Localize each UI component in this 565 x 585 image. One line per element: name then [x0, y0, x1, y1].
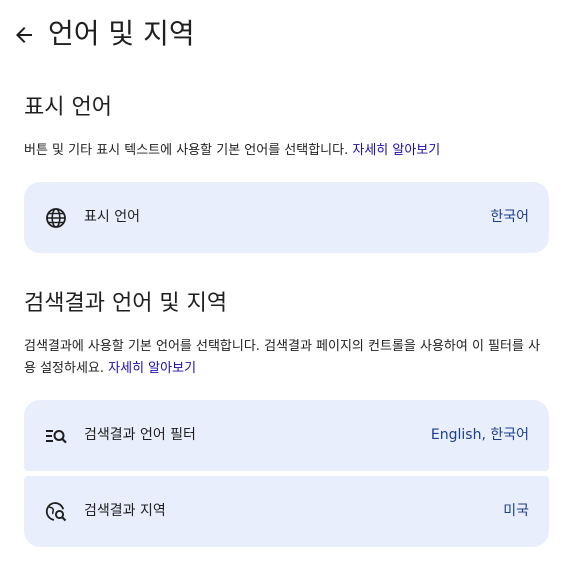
search-results-description-text: 검색결과에 사용할 기본 언어를 선택합니다. 검색결과 페이지의 컨트롤을 사… — [24, 339, 541, 376]
display-language-value: 한국어 — [490, 209, 529, 225]
display-language-label: 표시 언어 — [84, 209, 140, 225]
page-title: 언어 및 지역 — [48, 17, 195, 50]
back-button[interactable] — [12, 23, 36, 47]
region-search-icon — [44, 500, 68, 524]
display-language-row[interactable]: 표시 언어 한국어 — [24, 182, 549, 253]
search-region-row[interactable]: 검색결과 지역 미국 — [24, 476, 549, 547]
display-language-heading: 표시 언어 — [24, 95, 112, 120]
globe-icon — [44, 206, 68, 230]
search-results-description: 검색결과에 사용할 기본 언어를 선택합니다. 검색결과 페이지의 컨트롤을 사… — [24, 336, 549, 380]
search-language-filter-label: 검색결과 언어 필터 — [84, 427, 196, 443]
display-language-description-text: 버튼 및 기타 표시 텍스트에 사용할 기본 언어를 선택합니다. — [24, 143, 349, 158]
filter-search-icon — [44, 424, 68, 448]
search-results-heading: 검색결과 언어 및 지역 — [24, 291, 228, 316]
search-language-filter-row[interactable]: 검색결과 언어 필터 English, 한국어 — [24, 400, 549, 471]
search-region-label: 검색결과 지역 — [84, 503, 166, 519]
arrow-left-icon — [16, 27, 32, 43]
search-region-value: 미국 — [503, 503, 529, 519]
search-language-filter-value: English, 한국어 — [430, 427, 529, 443]
search-results-learn-more-link[interactable]: 자세히 알아보기 — [108, 361, 196, 376]
display-language-description: 버튼 및 기타 표시 텍스트에 사용할 기본 언어를 선택합니다. 자세히 알아… — [24, 140, 549, 162]
page-header: 언어 및 지역 — [0, 0, 565, 70]
display-language-learn-more-link[interactable]: 자세히 알아보기 — [352, 143, 440, 158]
